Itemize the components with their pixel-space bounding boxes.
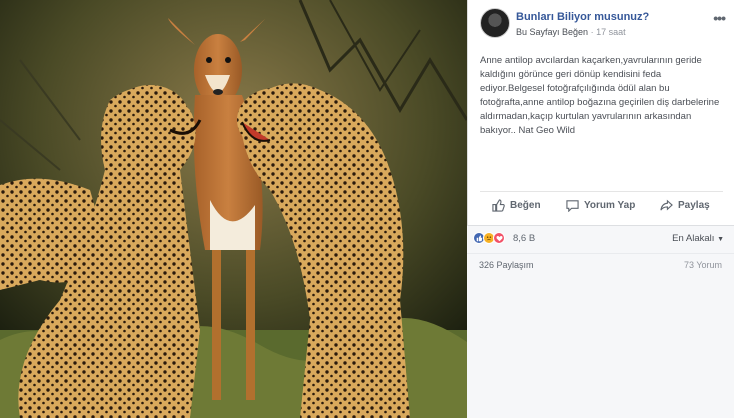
post-photo[interactable] xyxy=(0,0,467,418)
share-count[interactable]: 326 Paylaşım xyxy=(479,260,534,270)
divider xyxy=(480,191,723,192)
post-timestamp[interactable]: 17 saat xyxy=(596,27,626,37)
thumbs-up-icon xyxy=(492,199,505,212)
post-header: Bunları Biliyor musunuz? Bu Sayfayı Beğe… xyxy=(480,8,726,42)
comment-sort-dropdown[interactable]: En Alakalı ▼ xyxy=(672,233,724,244)
more-options-icon[interactable]: ••• xyxy=(713,10,726,26)
post-actions: Beğen Yorum Yap Paylaş xyxy=(480,196,723,220)
page-avatar[interactable] xyxy=(480,8,510,38)
reactions-bar: 8,6 B En Alakalı ▼ xyxy=(467,225,734,253)
sort-label: En Alakalı xyxy=(672,233,715,244)
share-button-label: Paylaş xyxy=(678,200,710,211)
stats-bar: 326 Paylaşım 73 Yorum xyxy=(467,253,734,277)
like-page-link[interactable]: Bu Sayfayı Beğen xyxy=(516,27,588,37)
like-button-label: Beğen xyxy=(510,200,541,211)
post-body-text: Anne antilop avcılardan kaçarken,yavrula… xyxy=(480,55,720,136)
caret-down-icon: ▼ xyxy=(717,236,724,243)
comments-area xyxy=(467,277,734,418)
like-button[interactable]: Beğen xyxy=(492,199,541,212)
share-icon xyxy=(660,199,673,211)
post-meta: Bu Sayfayı Beğen · 17 saat xyxy=(516,27,626,37)
cheetahs-gazelle-image xyxy=(0,0,467,418)
love-icon xyxy=(493,232,505,244)
comment-button-label: Yorum Yap xyxy=(584,200,636,211)
reaction-icons[interactable] xyxy=(473,232,505,244)
meta-separator: · xyxy=(588,27,597,37)
comment-icon xyxy=(566,200,579,212)
reaction-count[interactable]: 8,6 B xyxy=(513,233,535,244)
page-name-link[interactable]: Bunları Biliyor musunuz? xyxy=(516,11,649,23)
comment-button[interactable]: Yorum Yap xyxy=(566,199,635,212)
comment-count[interactable]: 73 Yorum xyxy=(684,260,722,270)
share-button[interactable]: Paylaş xyxy=(660,199,710,212)
